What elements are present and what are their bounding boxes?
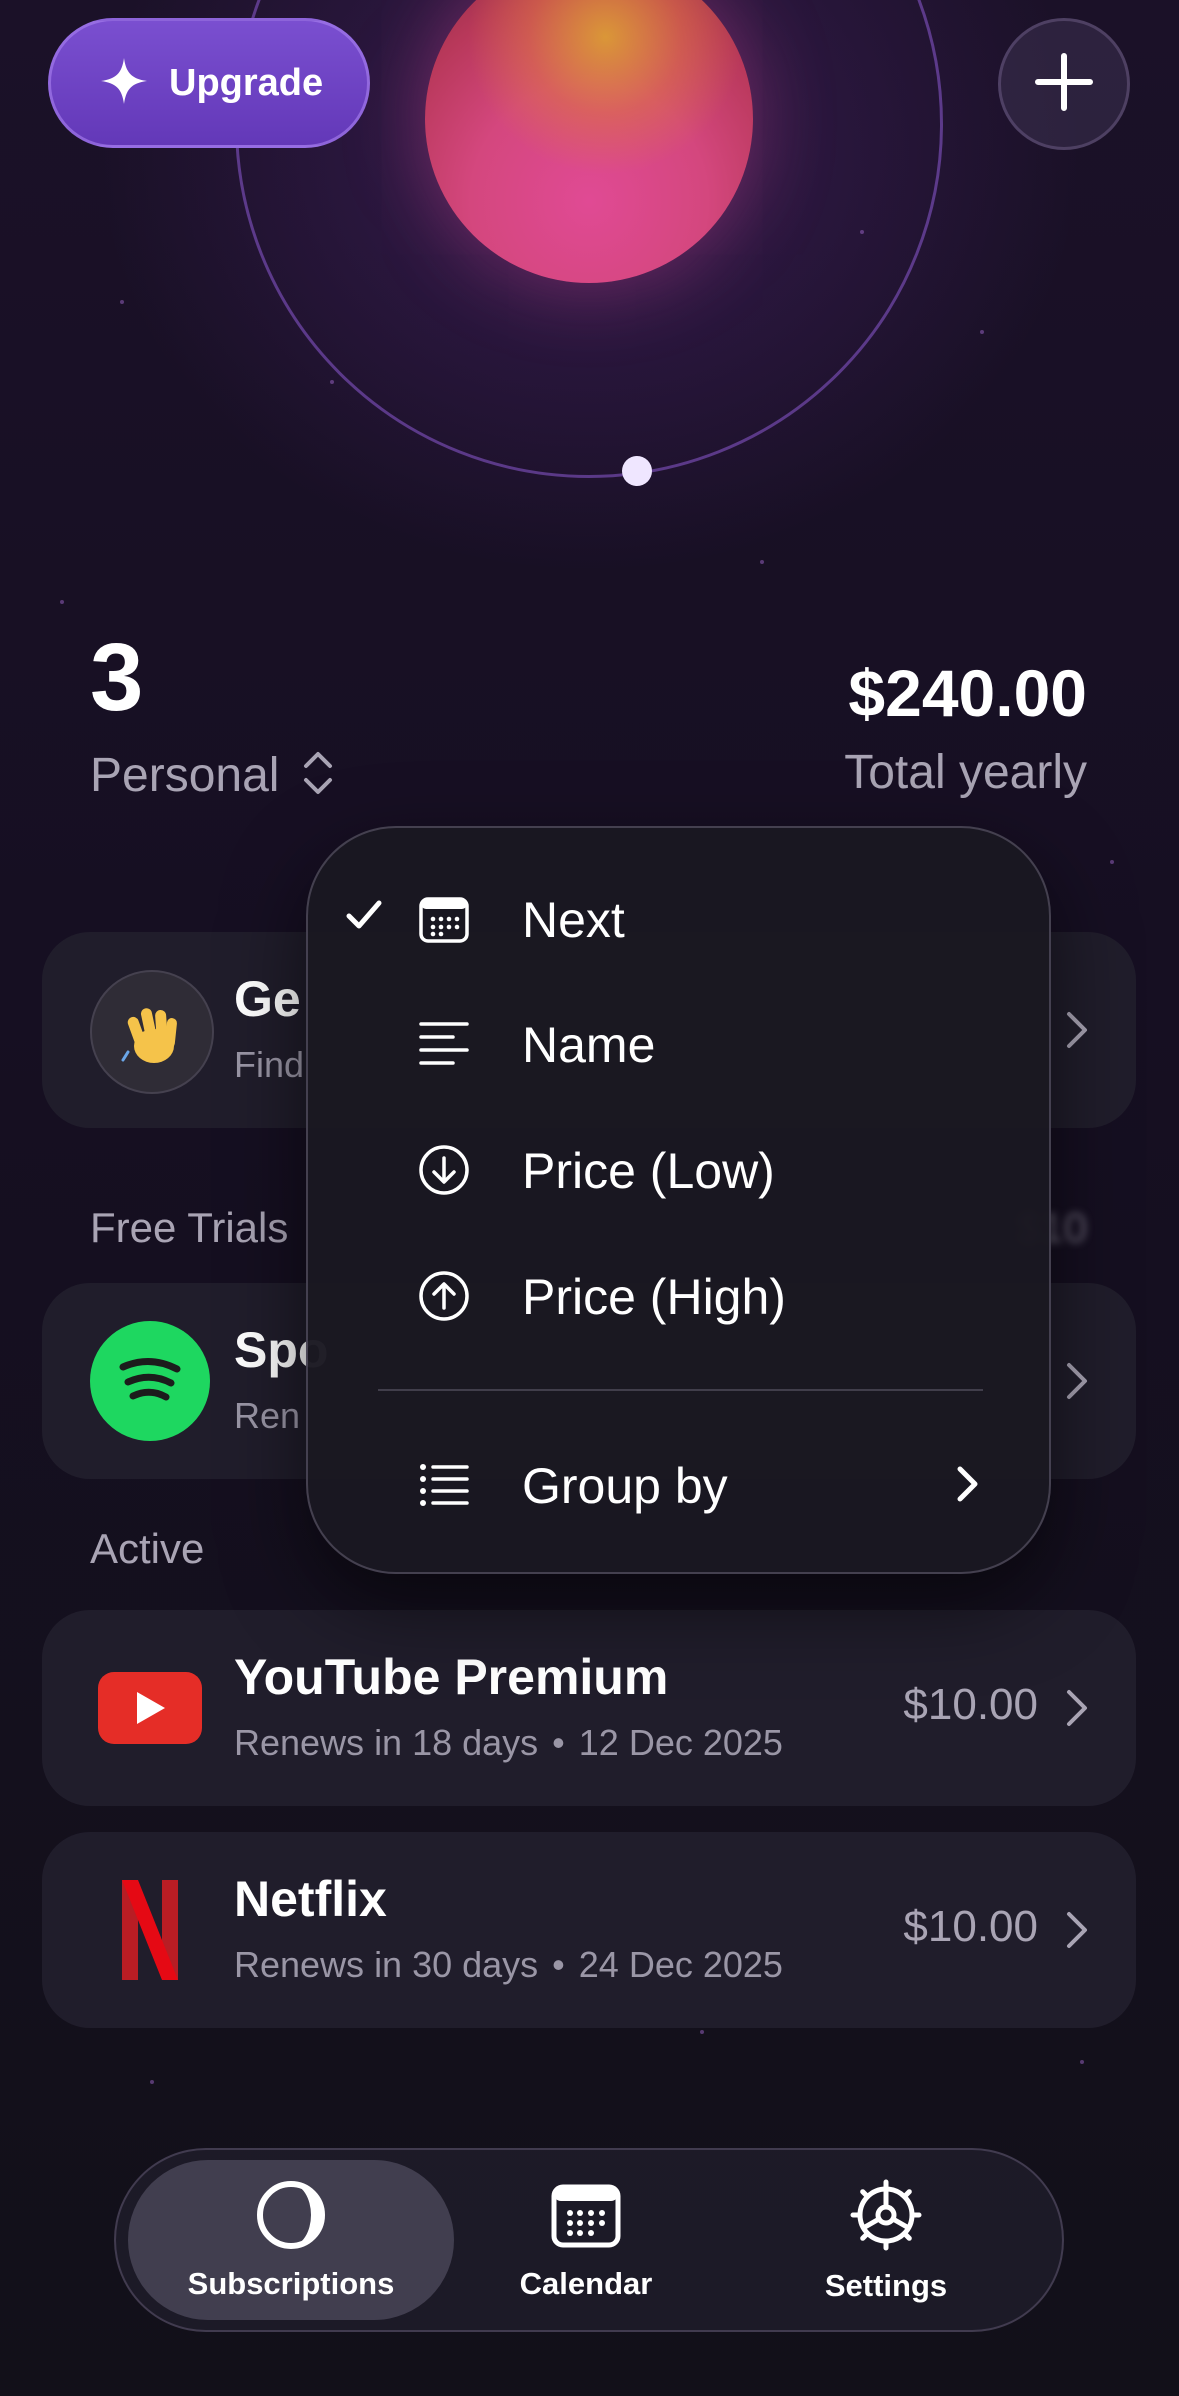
star: [150, 2080, 154, 2084]
calendar-icon: [550, 2179, 622, 2256]
star: [330, 380, 334, 384]
chevron-right-icon: [953, 1461, 983, 1512]
tab-label: Subscriptions: [187, 2265, 395, 2301]
tab-calendar[interactable]: Calendar: [456, 2160, 716, 2320]
profile-switcher[interactable]: Personal: [90, 748, 335, 803]
star: [760, 560, 764, 564]
welcome-title: Ge: [234, 971, 301, 1027]
tab-bar: Subscriptions Calendar Settings: [114, 2148, 1064, 2332]
subscription-row-youtube[interactable]: YouTube Premium Renews in 18 days • 12 Dec…: [42, 1610, 1136, 1806]
tab-subscriptions[interactable]: Subscriptions: [128, 2160, 454, 2320]
chevron-up-down-icon: [301, 750, 335, 801]
subscription-price: $10.00: [903, 1680, 1038, 1729]
youtube-logo-icon: [98, 1672, 202, 1744]
star: [1080, 2060, 1084, 2064]
separator-dot: •: [552, 1944, 565, 1985]
checkmark-icon: [344, 895, 384, 940]
total-yearly-label: Total yearly: [844, 746, 1087, 799]
text-align-icon: [418, 1018, 470, 1075]
list-icon: [418, 1459, 470, 1516]
star: [1110, 860, 1114, 864]
group-by-option[interactable]: Group by: [308, 1429, 1053, 1539]
subscription-row-netflix[interactable]: Netflix Renews in 30 days • 24 Dec 2025 $1…: [42, 1832, 1136, 2028]
spotify-logo-icon: [90, 1321, 210, 1441]
upgrade-label: Upgrade: [169, 61, 324, 104]
chevron-right-icon: [1062, 1006, 1092, 1059]
gear-icon: [848, 2177, 924, 2258]
total-yearly-amount: $240.00: [848, 656, 1087, 730]
sort-option-label: Price (High): [522, 1269, 786, 1325]
plus-icon: [1034, 52, 1094, 117]
sort-option-label: Next: [522, 892, 625, 948]
menu-divider: [378, 1389, 983, 1391]
sort-option-label: Price (Low): [522, 1143, 775, 1199]
sort-menu: Next Name Price (Low) Price (High) Group…: [306, 826, 1051, 1574]
star: [120, 300, 124, 304]
tab-settings[interactable]: Settings: [756, 2160, 1016, 2320]
orbit-dot: [622, 456, 652, 486]
orbit-icon: [255, 2179, 327, 2256]
renewal-date: 12 Dec 2025: [578, 1722, 783, 1763]
arrow-down-circle-icon: [418, 1144, 470, 1201]
sort-option-price-low[interactable]: Price (Low): [308, 1114, 1053, 1224]
sort-option-next[interactable]: Next: [308, 863, 1053, 973]
renews-in-text: Renews in 18 days: [234, 1722, 539, 1763]
chevron-right-icon: [1062, 1684, 1092, 1737]
subscription-renewal: Renews in 18 days • 12 Dec 2025: [234, 1722, 783, 1764]
separator-dot: •: [552, 1722, 565, 1763]
trial-subtitle: Ren: [234, 1395, 301, 1436]
welcome-subtitle: Find: [234, 1044, 305, 1085]
sparkle-icon: [99, 56, 149, 111]
section-free-trials: Free Trials: [90, 1204, 289, 1251]
renews-in-text: Renews in 30 days: [234, 1944, 539, 1985]
subscription-renewal: Renews in 30 days • 24 Dec 2025: [234, 1944, 783, 1986]
sort-option-name[interactable]: Name: [308, 988, 1053, 1098]
profile-label: Personal: [90, 749, 280, 802]
tab-label: Settings: [824, 2267, 948, 2303]
group-by-label: Group by: [522, 1458, 728, 1514]
star: [60, 600, 64, 604]
sort-option-label: Name: [522, 1017, 656, 1073]
add-subscription-button[interactable]: [998, 18, 1130, 150]
tab-label: Calendar: [519, 2265, 653, 2301]
section-active: Active: [90, 1525, 205, 1572]
star: [980, 330, 984, 334]
netflix-logo-icon: [112, 1878, 188, 1987]
subscription-price: $10.00: [903, 1902, 1038, 1951]
subscription-count: 3: [90, 624, 144, 731]
upgrade-button[interactable]: Upgrade: [48, 18, 370, 148]
sort-option-price-high[interactable]: Price (High): [308, 1240, 1053, 1350]
chevron-right-icon: [1062, 1357, 1092, 1410]
chevron-right-icon: [1062, 1906, 1092, 1959]
wave-hand-icon: [90, 970, 214, 1094]
subscription-name: Netflix: [234, 1871, 387, 1927]
calendar-icon: [418, 893, 470, 950]
star: [700, 2030, 704, 2034]
renewal-date: 24 Dec 2025: [578, 1944, 783, 1985]
subscription-name: YouTube Premium: [234, 1649, 669, 1705]
arrow-up-circle-icon: [418, 1270, 470, 1327]
